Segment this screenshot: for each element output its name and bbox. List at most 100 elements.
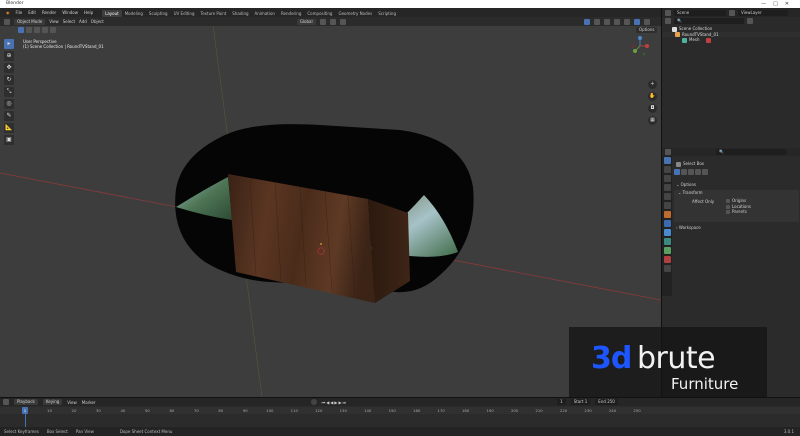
timeline-ruler[interactable]: 0102030405060708090100110120130140150160… bbox=[0, 407, 800, 414]
snap-icon[interactable] bbox=[329, 18, 336, 25]
end-frame-field[interactable]: End 250 bbox=[595, 399, 618, 405]
mode-select[interactable]: Object Mode bbox=[14, 18, 46, 25]
xray-icon[interactable] bbox=[613, 18, 620, 25]
menu-edit[interactable]: Edit bbox=[25, 8, 39, 17]
solid-shading-icon[interactable] bbox=[623, 18, 630, 25]
menu-render[interactable]: Render bbox=[39, 8, 59, 17]
world-tab-icon[interactable] bbox=[663, 202, 671, 209]
material-tab-icon[interactable] bbox=[663, 256, 671, 263]
record-icon[interactable] bbox=[310, 399, 317, 405]
output-tab-icon[interactable] bbox=[663, 175, 671, 182]
menu-file[interactable]: File bbox=[13, 8, 26, 17]
menu-help[interactable]: Help bbox=[81, 8, 96, 17]
workspace-section[interactable]: › Workspace bbox=[676, 225, 701, 230]
tab-animation[interactable]: Animation bbox=[252, 10, 278, 17]
cursor-tool-icon[interactable]: ⊕ bbox=[4, 51, 14, 61]
scale-tool-icon[interactable]: ⤡ bbox=[4, 87, 14, 97]
mesh-data-tab-icon[interactable] bbox=[663, 247, 671, 254]
current-frame-field[interactable]: 1 bbox=[557, 399, 566, 405]
blender-logo-icon[interactable]: ◉ bbox=[3, 8, 13, 17]
playhead[interactable]: 1 bbox=[22, 407, 28, 414]
mode-invert-icon[interactable] bbox=[695, 169, 701, 175]
outliner-search-input[interactable]: 🔍 bbox=[674, 18, 744, 24]
close-icon[interactable]: ✕ bbox=[785, 1, 796, 7]
tab-compositing[interactable]: Compositing bbox=[304, 10, 335, 17]
transform-header[interactable]: ⌄ Transform bbox=[674, 190, 799, 195]
pan-hand-icon[interactable]: ✋ bbox=[648, 92, 657, 101]
menu-view[interactable]: View bbox=[49, 19, 59, 24]
mode-subtract-icon[interactable] bbox=[688, 169, 694, 175]
tool-tab-icon[interactable] bbox=[663, 157, 671, 164]
properties-search-input[interactable]: 🔍 bbox=[716, 149, 786, 155]
visibility-icon[interactable] bbox=[583, 18, 590, 25]
outliner-row[interactable]: Mesh bbox=[662, 37, 800, 43]
properties-editor-icon[interactable] bbox=[665, 149, 671, 155]
menu-window[interactable]: Window bbox=[59, 8, 81, 17]
keying-menu[interactable]: Keying bbox=[42, 399, 63, 405]
options-button[interactable]: Options bbox=[636, 27, 658, 33]
marker-menu[interactable]: Marker bbox=[82, 400, 96, 405]
proportional-edit-icon[interactable] bbox=[339, 18, 346, 25]
tab-layout[interactable]: Layout bbox=[102, 9, 122, 17]
annotate-tool-icon[interactable]: ✎ bbox=[4, 111, 14, 121]
scene-field[interactable]: Scene bbox=[674, 9, 726, 16]
maximize-icon[interactable]: □ bbox=[773, 1, 785, 7]
playback-menu[interactable]: Playback bbox=[14, 399, 38, 405]
tab-texture-paint[interactable]: Texture Paint bbox=[197, 10, 229, 17]
tab-geometry-nodes[interactable]: Geometry Nodes bbox=[335, 10, 375, 17]
ortho-grid-icon[interactable]: ▦ bbox=[648, 116, 657, 125]
add-cube-tool-icon[interactable]: ▣ bbox=[4, 135, 14, 145]
3d-viewport[interactable]: Object Mode View Select Add Object Globa… bbox=[0, 17, 661, 397]
tab-sculpting[interactable]: Sculpting bbox=[146, 10, 171, 17]
object-tab-icon[interactable] bbox=[663, 211, 671, 218]
select-intersect-icon[interactable] bbox=[50, 27, 56, 33]
overlay-icon[interactable] bbox=[603, 18, 610, 25]
tab-modeling[interactable]: Modeling bbox=[122, 10, 146, 17]
measure-tool-icon[interactable]: 📐 bbox=[4, 123, 14, 133]
view-layer-icon[interactable] bbox=[729, 9, 735, 16]
mode-intersect-icon[interactable] bbox=[702, 169, 708, 175]
particles-tab-icon[interactable] bbox=[663, 229, 671, 236]
move-tool-icon[interactable]: ✥ bbox=[4, 63, 14, 73]
outliner-display-icon[interactable] bbox=[665, 18, 671, 24]
tab-shading[interactable]: Shading bbox=[229, 10, 251, 17]
options-section[interactable]: ⌄ Options bbox=[676, 182, 696, 187]
select-extend-icon[interactable] bbox=[26, 27, 32, 33]
tab-uv-editing[interactable]: UV Editing bbox=[171, 10, 198, 17]
filter-icon[interactable] bbox=[747, 18, 753, 24]
camera-view-icon[interactable]: ◘ bbox=[648, 104, 657, 113]
scene-icon[interactable] bbox=[665, 9, 671, 16]
gizmo-icon[interactable] bbox=[593, 18, 600, 25]
view-layer-field[interactable]: ViewLayer bbox=[738, 9, 788, 16]
rendered-shading-icon[interactable] bbox=[643, 18, 650, 25]
rotate-tool-icon[interactable]: ↻ bbox=[4, 75, 14, 85]
select-subtract-icon[interactable] bbox=[34, 27, 40, 33]
select-invert-icon[interactable] bbox=[42, 27, 48, 33]
viewport-scene[interactable] bbox=[0, 17, 661, 397]
window-controls[interactable]: —□✕ bbox=[761, 0, 796, 8]
menu-object[interactable]: Object bbox=[91, 19, 104, 24]
transform-orientation-select[interactable]: Global bbox=[296, 18, 316, 25]
parents-checkbox[interactable]: Parents bbox=[726, 209, 751, 215]
select-mode-icon[interactable] bbox=[18, 27, 24, 33]
transform-tool-icon[interactable]: ◎ bbox=[4, 99, 14, 109]
tab-scripting[interactable]: Scripting bbox=[375, 10, 399, 17]
playback-controls[interactable]: ⏮◀◀▶▶⏭ bbox=[322, 400, 348, 405]
view-layer-tab-icon[interactable] bbox=[663, 184, 671, 191]
mode-extend-icon[interactable] bbox=[681, 169, 687, 175]
editor-type-icon[interactable] bbox=[4, 18, 10, 25]
mode-set-icon[interactable] bbox=[674, 169, 680, 175]
pivot-icon[interactable] bbox=[319, 18, 326, 25]
minimize-icon[interactable]: — bbox=[761, 1, 773, 7]
menu-select[interactable]: Select bbox=[63, 19, 75, 24]
zoom-icon[interactable]: + bbox=[648, 80, 657, 89]
timeline-view-menu[interactable]: View bbox=[67, 400, 77, 405]
texture-tab-icon[interactable] bbox=[663, 265, 671, 272]
start-frame-field[interactable]: Start 1 bbox=[570, 399, 591, 405]
render-tab-icon[interactable] bbox=[663, 166, 671, 173]
tab-rendering[interactable]: Rendering bbox=[278, 10, 304, 17]
modifier-tab-icon[interactable] bbox=[663, 220, 671, 227]
physics-tab-icon[interactable] bbox=[663, 238, 671, 245]
timeline-editor-icon[interactable] bbox=[3, 399, 9, 405]
material-shading-icon[interactable] bbox=[633, 18, 640, 25]
